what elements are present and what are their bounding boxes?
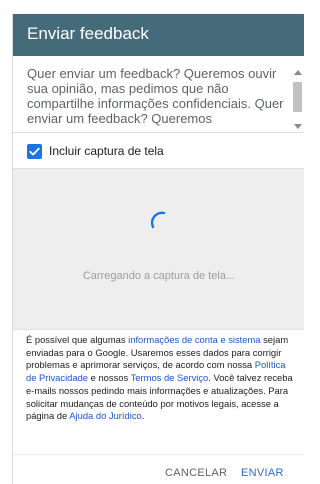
screenshot-preview-area: Carregando a captura de tela...	[13, 168, 304, 330]
include-screenshot-checkbox[interactable]	[27, 144, 42, 159]
legal-notice: É possível que algumas informações de co…	[26, 334, 298, 423]
loading-screenshot-text: Carregando a captura de tela...	[82, 270, 236, 282]
legal-help-link[interactable]: Ajuda do Jurídico	[69, 410, 141, 421]
legal-text-3: e nossos	[88, 372, 131, 384]
scroll-thumb[interactable]	[293, 82, 302, 112]
scroll-up-arrow-icon[interactable]	[294, 70, 302, 75]
include-screenshot-row[interactable]: Incluir captura de tela	[13, 132, 304, 168]
include-screenshot-label[interactable]: Incluir captura de tela	[49, 144, 164, 158]
cancel-button[interactable]: CANCELAR	[165, 467, 227, 479]
dialog-actions: CANCELAR ENVIAR	[13, 454, 304, 484]
send-button[interactable]: ENVIAR	[241, 467, 284, 479]
feedback-dialog: Enviar feedback Quer enviar um feedback?…	[12, 14, 304, 484]
scroll-down-arrow-icon[interactable]	[294, 124, 302, 129]
feedback-description-text: Quer enviar um feedback? Queremos ouvir …	[27, 66, 284, 126]
terms-of-service-link[interactable]: Termos de Serviço	[131, 372, 209, 383]
legal-text-5: .	[141, 410, 145, 422]
loading-spinner-icon	[150, 211, 166, 229]
checkmark-icon	[29, 147, 40, 156]
dialog-title: Enviar feedback	[27, 24, 149, 43]
description-scrollbar[interactable]	[291, 66, 304, 132]
account-info-link[interactable]: informações de conta e sistema	[128, 334, 260, 345]
feedback-description-area[interactable]: Quer enviar um feedback? Queremos ouvir …	[13, 66, 304, 132]
dialog-header: Enviar feedback	[13, 14, 304, 56]
legal-text-1: É possível que algumas	[26, 334, 129, 345]
